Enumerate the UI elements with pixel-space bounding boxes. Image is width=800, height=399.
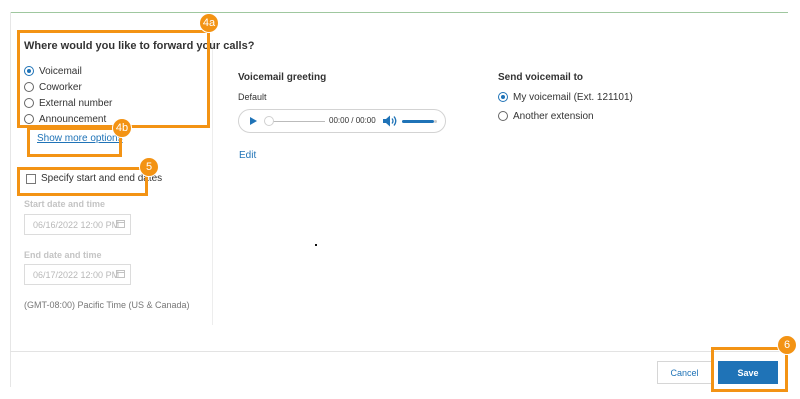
volume-slider[interactable] — [402, 120, 434, 123]
volume-icon[interactable] — [382, 114, 398, 128]
cancel-button[interactable]: Cancel — [657, 361, 712, 384]
top-divider — [10, 12, 788, 13]
radio-another-extension[interactable]: Another extension — [498, 110, 594, 122]
callout-box-5 — [17, 167, 148, 196]
column-divider — [212, 40, 213, 325]
stray-dot — [315, 244, 317, 246]
edit-greeting-link[interactable]: Edit — [239, 150, 256, 161]
start-date-label: Start date and time — [24, 199, 106, 209]
calendar-icon[interactable] — [116, 270, 125, 278]
progress-track[interactable] — [271, 121, 325, 122]
end-date-input[interactable]: 06/17/2022 12:00 PM — [24, 264, 131, 285]
callout-box-4b — [27, 127, 122, 157]
callout-box-6 — [711, 347, 788, 392]
radio-label: Another extension — [513, 110, 594, 122]
end-date-value: 06/17/2022 12:00 PM — [33, 269, 120, 280]
send-voicemail-title: Send voicemail to — [498, 72, 584, 83]
left-border — [10, 12, 11, 387]
radio-selected-icon[interactable] — [498, 92, 508, 102]
callout-badge-6: 6 — [777, 335, 797, 355]
radio-label: My voicemail (Ext. 121101) — [513, 91, 633, 103]
timezone-text: (GMT-08:00) Pacific Time (US & Canada) — [24, 300, 190, 310]
callout-badge-4a: 4a — [199, 13, 219, 33]
start-date-input[interactable]: 06/16/2022 12:00 PM — [24, 214, 131, 235]
progress-knob[interactable] — [264, 116, 274, 126]
start-date-value: 06/16/2022 12:00 PM — [33, 219, 120, 230]
footer-divider — [10, 351, 790, 352]
greeting-type: Default — [238, 92, 267, 102]
volume-slider-rest — [434, 120, 437, 123]
radio-my-voicemail[interactable]: My voicemail (Ext. 121101) — [498, 91, 633, 103]
audio-player: 00:00 / 00:00 — [238, 109, 446, 133]
callout-badge-5: 5 — [139, 157, 159, 177]
radio-icon[interactable] — [498, 111, 508, 121]
voicemail-greeting-title: Voicemail greeting — [238, 72, 327, 83]
playback-time: 00:00 / 00:00 — [329, 116, 376, 125]
callout-box-4a — [17, 30, 210, 128]
calendar-icon[interactable] — [116, 220, 125, 228]
callout-badge-4b: 4b — [112, 118, 132, 138]
end-date-label: End date and time — [24, 250, 102, 260]
play-icon[interactable] — [250, 117, 257, 125]
